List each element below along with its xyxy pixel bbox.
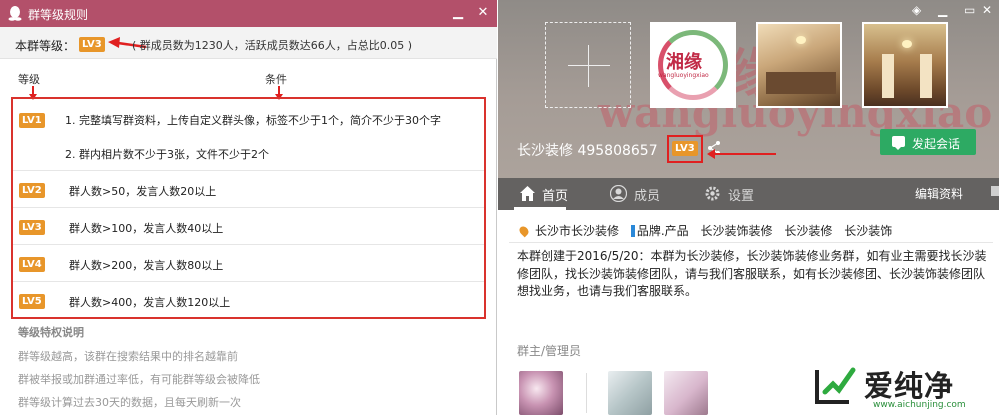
current-level-badge: LV3 — [79, 37, 105, 52]
group-photo[interactable] — [862, 22, 948, 108]
tab-members[interactable]: 成员 — [634, 185, 660, 204]
privilege-line: 群被举报或加群通过率低，有可能群等级会被降低 — [18, 373, 260, 386]
privilege-line: 群等级越高，该群在搜索结果中的排名越靠前 — [18, 350, 238, 363]
close-icon[interactable]: ✕ — [473, 3, 493, 23]
level-requirements-table: LV1 1. 完整填写群资料，上传自定义群头像，标签不少于1个，简介不少于30个… — [11, 97, 486, 319]
table-row: LV1 1. 完整填写群资料，上传自定义群头像，标签不少于1个，简介不少于30个… — [13, 99, 484, 171]
restore-icon[interactable]: ▭ — [964, 3, 975, 17]
qq-penguin-icon — [8, 6, 22, 21]
tag-item[interactable]: 长沙装饰 — [844, 224, 892, 238]
admin-section-title: 群主/管理员 — [517, 344, 582, 358]
watermark-url: www.aichunjing.com — [873, 400, 966, 410]
category-bar-icon — [630, 225, 635, 237]
minimize-icon[interactable]: ▁ — [448, 3, 468, 23]
location-tag[interactable]: 长沙市长沙装修 — [535, 224, 619, 238]
tag-item[interactable]: 长沙装饰装修 — [701, 224, 773, 238]
watermark-name: 爱纯净 — [864, 369, 955, 403]
level-badge: LV4 — [19, 257, 45, 272]
red-down-arrow — [29, 86, 37, 100]
start-chat-label: 发起会话 — [912, 137, 961, 151]
chandelier — [902, 40, 912, 48]
level-badge: LV3 — [19, 220, 45, 235]
level-badge: LV1 — [19, 113, 45, 128]
tab-settings[interactable]: 设置 — [728, 185, 754, 204]
condition-text: 1. 完整填写群资料，上传自定义群头像，标签不少于1个，简介不少于30个字 — [65, 114, 441, 127]
group-tags: 长沙市长沙装修 品牌.产品 长沙装饰装修 长沙装修 长沙装饰 — [517, 222, 892, 239]
skin-icon[interactable]: ◈ — [912, 3, 921, 17]
group-photo[interactable]: 湘缘 wangluoyingxiao — [650, 22, 736, 108]
condition-text: 群人数>200，发言人数80以上 — [69, 259, 224, 272]
window-light — [920, 54, 932, 98]
column-header-level: 等级 — [18, 73, 40, 86]
gear-icon — [705, 186, 720, 201]
close-icon[interactable]: ✕ — [982, 3, 992, 17]
condition-text: 2. 群内相片数不少于3张，文件不少于2个 — [65, 148, 269, 161]
edit-profile-link[interactable]: 编辑资料 — [915, 185, 963, 202]
table-row: LV4 群人数>200，发言人数80以上 — [13, 245, 484, 282]
location-pin-icon — [517, 224, 531, 238]
privilege-line: 群等级计算过去30天的数据，且每天刷新一次 — [18, 396, 241, 409]
group-name: 长沙装修 495808657 — [517, 143, 658, 159]
current-level-label: 本群等级： — [15, 39, 76, 53]
category-tag[interactable]: 品牌.产品 — [637, 224, 689, 238]
level-rules-window: 群等级规则 ▁ ✕ 本群等级： LV3 ( 群成员数为1230人，活跃成员数达6… — [0, 0, 497, 415]
chandelier — [796, 36, 806, 44]
chat-icon — [892, 136, 905, 150]
avatar[interactable] — [608, 371, 652, 415]
scrollbar[interactable] — [991, 186, 999, 196]
current-level-bar: 本群等级： LV3 ( 群成员数为1230人，活跃成员数达66人，占总比0.05… — [0, 27, 497, 59]
logo-text: 湘缘 — [666, 52, 702, 73]
title-bar: 群等级规则 ▁ ✕ — [0, 0, 497, 27]
start-chat-button[interactable]: 发起会话 — [880, 129, 976, 155]
sofa — [766, 72, 836, 94]
group-banner: wangluoyingxiao 湘缘 ◈ ▁ ▭ ✕ 湘缘 wangluoyin… — [498, 0, 999, 178]
logo-subtext: wangluoyingxiao — [658, 72, 709, 79]
window-light — [882, 54, 894, 98]
table-row: LV2 群人数>50，发言人数20以上 — [13, 171, 484, 208]
member-icon — [610, 185, 627, 202]
avatar[interactable] — [519, 371, 563, 415]
tab-bar: 首页 成员 设置 编辑资料 — [498, 178, 999, 210]
member-stats: ( 群成员数为1230人，活跃成员数达66人，占总比0.05 ) — [132, 39, 413, 52]
condition-text: 群人数>50，发言人数20以上 — [69, 185, 217, 198]
group-introduction: 本群创建于2016/5/20：本群为长沙装修，长沙装饰装修业务群，如有业主需要找… — [517, 249, 987, 298]
condition-text: 群人数>100，发言人数40以上 — [69, 222, 224, 235]
table-row: LV5 群人数>400，发言人数120以上 — [13, 282, 484, 317]
column-header-condition: 条件 — [265, 73, 287, 86]
group-level-badge[interactable]: LV3 — [672, 141, 698, 156]
watermark-logo-icon — [815, 367, 856, 404]
window-title: 群等级规则 — [28, 8, 89, 22]
red-pointer-arrow — [707, 149, 776, 159]
avatar[interactable] — [664, 371, 708, 415]
divider — [509, 242, 993, 243]
table-row: LV3 群人数>100，发言人数40以上 — [13, 208, 484, 245]
tab-home[interactable]: 首页 — [542, 185, 568, 204]
group-profile-window: wangluoyingxiao 湘缘 ◈ ▁ ▭ ✕ 湘缘 wangluoyin… — [498, 0, 999, 415]
level-badge: LV5 — [19, 294, 45, 309]
privilege-section: 等级特权说明 群等级越高，该群在搜索结果中的排名越靠前 群被举报或加群通过率低，… — [18, 324, 260, 415]
red-down-arrow — [275, 86, 283, 100]
tag-item[interactable]: 长沙装修 — [784, 224, 832, 238]
minimize-icon[interactable]: ▁ — [938, 3, 947, 17]
group-photo[interactable] — [756, 22, 842, 108]
condition-text: 群人数>400，发言人数120以上 — [69, 296, 231, 309]
home-icon — [520, 186, 535, 201]
site-watermark: 爱纯净 www.aichunjing.com — [805, 360, 999, 415]
divider — [586, 373, 587, 413]
privilege-title: 等级特权说明 — [18, 326, 84, 339]
level-badge: LV2 — [19, 183, 45, 198]
add-photo-icon[interactable] — [545, 22, 631, 108]
